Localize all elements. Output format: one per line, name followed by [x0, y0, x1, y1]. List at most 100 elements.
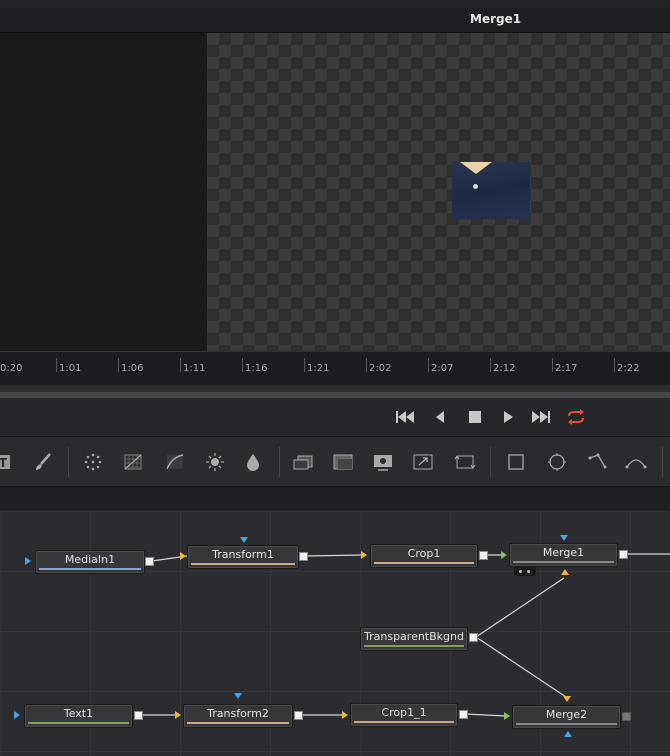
scrub-area[interactable] — [0, 385, 670, 392]
crop1_1-output-port[interactable] — [459, 710, 468, 719]
color-drop-button[interactable] — [240, 449, 266, 475]
node-crop1[interactable]: Crop1 — [370, 544, 478, 568]
ellipse-mask-button[interactable] — [544, 449, 570, 475]
transform1-output-port[interactable] — [299, 552, 308, 561]
node-color-bar — [187, 722, 289, 724]
node-label: Text1 — [63, 707, 94, 720]
crop1_1-input-arrow — [342, 711, 348, 719]
loop-button[interactable] — [565, 407, 587, 427]
node-label: Merge2 — [545, 708, 588, 721]
timeline-label: 2:22 — [617, 363, 640, 374]
resize-icon — [413, 454, 433, 470]
transport-controls — [0, 398, 670, 436]
bspline-mask-icon — [625, 459, 647, 469]
gradient-grid-button[interactable] — [120, 449, 146, 475]
viewer-canvas[interactable] — [207, 33, 670, 351]
node-mediain1[interactable]: MediaIn1 — [35, 550, 145, 574]
node-transparentbkgnd[interactable]: TransparentBkgnd — [360, 627, 468, 651]
timeline-tick — [490, 358, 491, 372]
skip-to-start-button[interactable] — [394, 407, 416, 427]
transparentbkgnd-output-port[interactable] — [469, 633, 478, 642]
timeline-label: 1:21 — [307, 363, 330, 374]
rectangle-mask-icon — [508, 454, 524, 470]
timeline-label: 1:06 — [121, 363, 144, 374]
timeline-label: 2:17 — [555, 363, 578, 374]
timeline-tick — [56, 358, 57, 372]
text-tool-icon: T — [0, 455, 10, 470]
node-label: Transform2 — [207, 707, 269, 720]
toolbar-separator — [490, 447, 491, 477]
timeline-label: 2:12 — [493, 363, 516, 374]
mediain1-output-port[interactable] — [145, 557, 154, 566]
text1-input-arrow — [14, 711, 20, 719]
merge-layers-button[interactable] — [290, 449, 316, 475]
node-merge1[interactable]: Merge1 — [509, 543, 618, 567]
viewer-header: Merge1 — [0, 8, 670, 33]
node-crop1_1[interactable]: Crop1_1 — [350, 703, 458, 727]
node-editor-header — [0, 486, 670, 512]
brightness-icon — [206, 453, 224, 471]
transform1-input-arrow — [180, 552, 186, 560]
merge1-foreground-input-arrow — [561, 569, 569, 575]
crop1-output-port[interactable] — [479, 551, 488, 560]
merge1-background-input-arrow — [501, 551, 507, 559]
gradient-grid-icon — [124, 454, 142, 470]
rectangle-mask-button[interactable] — [503, 449, 529, 475]
merge2-foreground-input-arrow — [563, 696, 571, 702]
bspline-mask-button[interactable] — [623, 449, 649, 475]
transform1-mask-input-arrow — [240, 537, 248, 543]
brightness-button[interactable] — [202, 449, 228, 475]
merge2-background-input-arrow — [504, 712, 510, 720]
transform2-output-port[interactable] — [294, 711, 303, 720]
timeline-label: 1:01 — [59, 363, 82, 374]
resize-button[interactable] — [410, 449, 436, 475]
text1-output-port[interactable] — [134, 711, 143, 720]
top-strip — [0, 0, 670, 8]
node-color-bar — [374, 562, 474, 564]
node-label: TransparentBkgnd — [364, 630, 464, 643]
curves-button[interactable] — [162, 449, 188, 475]
timeline-tick — [552, 358, 553, 372]
node-color-bar — [191, 563, 295, 565]
background-button[interactable] — [330, 449, 356, 475]
node-color-bar — [516, 723, 617, 725]
viewer-title: Merge1 — [470, 12, 522, 26]
polygon-mask-button[interactable] — [584, 449, 610, 475]
paint-brush-icon — [36, 453, 51, 470]
node-merge2[interactable]: Merge2 — [512, 705, 621, 729]
node-transform1[interactable]: Transform1 — [187, 545, 299, 569]
node-transform2[interactable]: Transform2 — [183, 704, 293, 728]
node-label: Crop1 — [407, 547, 441, 560]
text-tool-button[interactable]: T — [0, 449, 18, 475]
curves-icon — [166, 454, 184, 470]
particles-button[interactable] — [80, 449, 106, 475]
node-text1[interactable]: Text1 — [24, 704, 133, 728]
media-in-button[interactable] — [370, 449, 396, 475]
merge2-output-port[interactable] — [622, 712, 631, 721]
merge1-view-indicators[interactable] — [514, 567, 536, 576]
timeline-tick — [366, 358, 367, 372]
timeline-label: 2:02 — [369, 363, 392, 374]
play-button[interactable] — [497, 407, 519, 427]
node-color-bar — [28, 722, 129, 724]
skip-to-end-icon — [532, 411, 550, 423]
timeline-tick — [304, 358, 305, 372]
merge1-output-port[interactable] — [619, 550, 628, 559]
timeline-label: 1:11 — [183, 363, 206, 374]
toolbar-separator — [68, 447, 69, 477]
transform-button[interactable] — [452, 449, 478, 475]
paint-brush-button[interactable] — [30, 449, 56, 475]
svg-text:T: T — [0, 456, 8, 470]
node-label: Merge1 — [542, 546, 585, 559]
skip-to-end-button[interactable] — [530, 407, 552, 427]
node-color-bar — [364, 645, 464, 647]
timeline-tick — [428, 358, 429, 372]
stop-button[interactable] — [464, 407, 486, 427]
timeline-ruler[interactable]: 0:20 1:01 1:06 1:11 1:16 1:21 2:02 2:07 … — [0, 351, 670, 386]
timeline-label: 0:20 — [0, 363, 23, 374]
node-color-bar — [354, 721, 454, 723]
node-label: Crop1_1 — [381, 706, 427, 719]
step-back-button[interactable] — [429, 407, 451, 427]
node-label: MediaIn1 — [64, 553, 116, 566]
node-color-bar — [513, 561, 614, 563]
